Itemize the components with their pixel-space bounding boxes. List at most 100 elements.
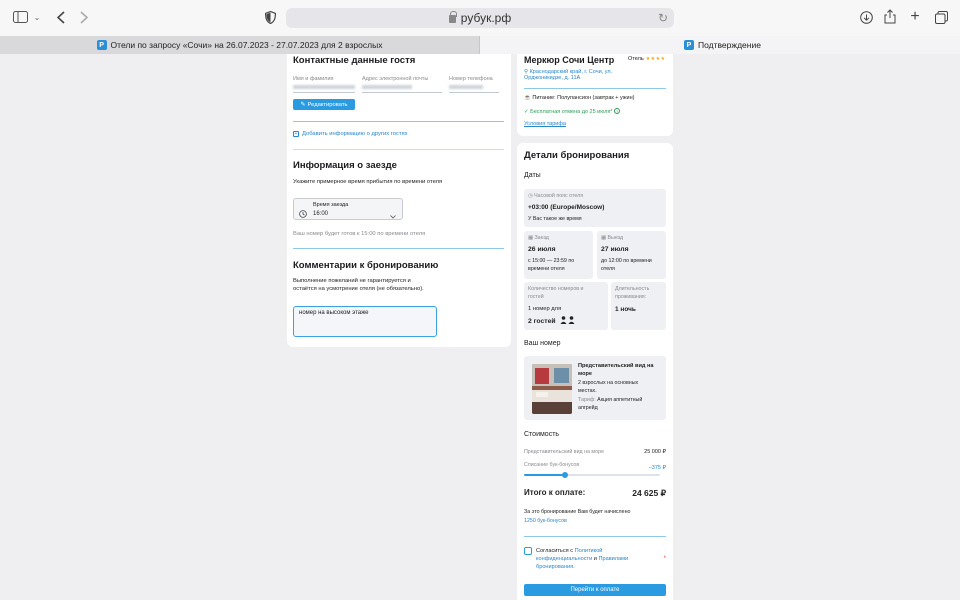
tab-bar: Р Отели по запросу «Сочи» на 26.07.2023 …: [0, 36, 960, 54]
bonus-value: −375 ₽: [648, 465, 666, 471]
new-tab-icon[interactable]: +: [908, 8, 922, 25]
checkout-label: ▦ Выезд: [601, 235, 624, 241]
rooms-label-line2: гостей: [528, 294, 544, 300]
email-label: Адрес электронной почты: [362, 76, 429, 82]
booking-rules-link[interactable]: Правилами: [598, 556, 628, 562]
room-name-line1: Представительский вид на: [578, 363, 654, 369]
checkin-time-line2: времени отеля: [528, 266, 565, 272]
checkout-time-line1: до 12:00 по времени: [601, 258, 652, 264]
rooms-guests-box: Количество номеров и гостей 1 номер для …: [524, 282, 608, 330]
meal-info: ☕ Питание: Полупансион (завтрак + ужин): [524, 95, 635, 101]
bonus-slider[interactable]: [524, 472, 660, 478]
bonus-label: Списание бук-бонусов: [524, 462, 580, 468]
cancellation-info: ✓ Бесплатная отмена до 25 июля* ?: [524, 108, 621, 115]
comments-title: Комментарии к бронированию: [293, 260, 439, 271]
hotel-rating: Отель ★★★★: [628, 56, 666, 62]
email-value-blurred: [362, 85, 412, 89]
guest-form-card: Контактные данные гостя Имя и фамилия Ад…: [287, 54, 511, 347]
pay-button[interactable]: Перейти к оплате: [524, 584, 666, 596]
hotel-type: Отель: [628, 56, 644, 62]
edit-icon: ✎: [300, 102, 306, 108]
booking-rules-link-cont[interactable]: бронирования.: [536, 563, 628, 571]
consent-checkbox[interactable]: [524, 547, 532, 555]
checkin-title: Информация о заезде: [293, 160, 397, 171]
total-label: Итого к оплате:: [524, 488, 586, 497]
arrival-time-value: 16:00: [313, 211, 329, 217]
room-title: Ваш номер: [524, 340, 561, 347]
timezone-value: +03:00 (Europe/Moscow): [528, 204, 605, 211]
contacts-title: Контактные данные гостя: [293, 55, 416, 66]
guests-value: 2 гостей: [528, 316, 576, 326]
checkin-date: 26 июля: [528, 246, 556, 253]
comments-note-line2: остаётся на усмотрение отеля (не обязате…: [293, 286, 424, 292]
comments-text: номер на высоком этаже: [299, 310, 369, 316]
duration-label-line2: проживания:: [615, 294, 647, 300]
phone-value-blurred: [449, 85, 483, 89]
room-name-line2: море: [578, 371, 593, 377]
timezone-label: ◷ Часовой пояс отеля: [528, 193, 584, 199]
tab-overview-icon[interactable]: [934, 10, 948, 24]
total-value: 24 625 ₽: [632, 488, 666, 498]
comments-textarea[interactable]: номер на высоком этаже: [293, 306, 437, 337]
checkout-time-line2: отеля: [601, 266, 615, 272]
back-icon[interactable]: [55, 9, 67, 25]
checkin-box: ▦ Заезд 26 июля с 15:00 — 23:59 по време…: [524, 231, 593, 279]
consent-text: Согласиться с Политикой конфиденциальнос…: [536, 548, 629, 571]
dates-title: Даты: [524, 172, 541, 179]
hotel-summary-card: Меркюр Сочи Центр Отель ★★★★ ⚲ Краснодар…: [517, 54, 673, 136]
accrual-note: За это бронирование Вам будет начислено: [524, 509, 631, 515]
phone-label: Номер телефона: [449, 76, 493, 82]
bonus-slider-handle[interactable]: [561, 472, 568, 478]
checkin-label: ▦ Заезд: [528, 235, 549, 241]
room-photo: [532, 364, 572, 414]
bonus-slider-fill: [524, 474, 565, 476]
address-bar[interactable]: рубук.рф ↻: [286, 8, 674, 28]
edit-button[interactable]: ✎ Редактировать: [293, 99, 355, 110]
hotel-address[interactable]: ⚲ Краснодарский край, г. Сочи, ул. Орджо…: [524, 69, 612, 81]
privacy-policy-link-cont[interactable]: конфиденциальности: [536, 556, 592, 562]
person-icon: [560, 316, 576, 326]
room-desc-line1: 2 взрослых на основных: [578, 380, 639, 386]
checkout-box: ▦ Выезд 27 июля до 12:00 по времени отел…: [597, 231, 666, 279]
arrival-time-select[interactable]: Время заезда 16:00: [293, 198, 403, 220]
url-text: рубук.рф: [460, 11, 512, 25]
room-desc-line2: местах.: [578, 388, 597, 394]
tariff-conditions-link[interactable]: Условия тарифа: [524, 121, 566, 127]
tab-confirmation[interactable]: Р Подтверждение: [480, 36, 960, 54]
room-cost-value: 25 000 ₽: [644, 449, 666, 455]
favicon-icon: Р: [96, 40, 107, 50]
duration-value: 1 ночь: [615, 306, 636, 313]
tab-title: Отели по запросу «Сочи» на 26.07.2023 - …: [110, 40, 383, 50]
favicon-icon: Р: [684, 40, 694, 50]
tab-title: Подтверждение: [698, 40, 761, 50]
room-cost-label: Представительский вид на море: [524, 449, 604, 455]
download-icon[interactable]: [859, 10, 873, 24]
rooms-value: 1 номер для: [528, 306, 562, 312]
add-guests-link[interactable]: + Добавить информацию о других гостях: [293, 131, 408, 137]
star-icon: ★★★★: [645, 56, 666, 62]
plus-square-icon: +: [293, 131, 299, 137]
duration-box: Длительность проживания: 1 ночь: [611, 282, 666, 330]
duration-label-line1: Длительность: [615, 286, 650, 292]
lock-icon: [448, 11, 457, 23]
privacy-policy-link[interactable]: Политикой: [575, 548, 603, 554]
comments-note-line1: Выполнение пожеланий не гарантируется и: [293, 278, 411, 284]
reload-icon[interactable]: ↻: [658, 11, 668, 25]
checkin-time-line1: с 15:00 — 23:59 по: [528, 258, 575, 264]
checkout-date: 27 июля: [601, 246, 629, 253]
room-ready-note: Ваш номер будет готов к 15:00 по времени…: [293, 231, 426, 237]
room-tariff: Тариф: Акция аппетитный: [578, 397, 643, 403]
rooms-label-line1: Количество номеров и: [528, 286, 584, 292]
room-tariff-line2: апгрейд: [578, 405, 598, 411]
privacy-shield-icon[interactable]: [264, 10, 276, 24]
accrual-value: 1250 бук-бонусов: [524, 518, 567, 524]
chevron-down-icon[interactable]: ⌄: [33, 12, 41, 22]
sidebar-toggle-icon[interactable]: [12, 10, 28, 24]
share-icon[interactable]: [883, 8, 897, 24]
tab-search-results[interactable]: Р Отели по запросу «Сочи» на 26.07.2023 …: [0, 36, 480, 54]
forward-icon[interactable]: [78, 9, 90, 25]
help-icon[interactable]: ?: [614, 108, 621, 114]
timezone-note: У Вас такое же время: [528, 216, 582, 222]
chevron-down-icon: [390, 206, 396, 224]
booking-details-card: Детали бронирования Даты ◷ Часовой пояс …: [517, 143, 673, 600]
